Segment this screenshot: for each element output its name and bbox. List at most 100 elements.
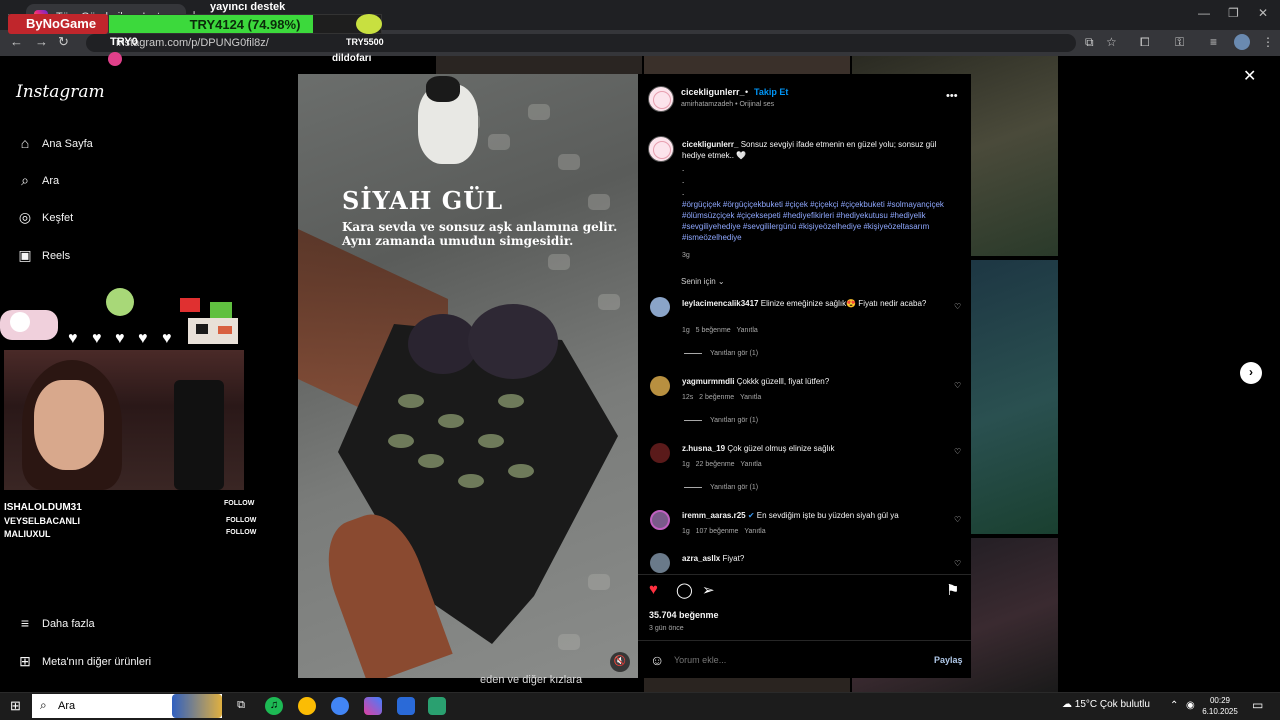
forward-icon[interactable]: →: [35, 34, 48, 49]
chrome-profile-icon[interactable]: [331, 697, 349, 715]
install-app-icon[interactable]: ⧉: [1085, 35, 1094, 50]
sort-label: Senin için: [681, 277, 716, 286]
compass-icon: ◎: [18, 209, 32, 225]
comment-bubble-icon[interactable]: ◯: [676, 581, 693, 599]
weather-widget[interactable]: ☁ 15°C Çok bulutlu: [1062, 699, 1150, 710]
like-count[interactable]: 35.704 beğenme: [649, 610, 719, 620]
comment-likes[interactable]: 5 beğenme: [696, 327, 731, 334]
donor-badge-icon: [108, 52, 122, 66]
comment-input[interactable]: [674, 652, 914, 668]
more-menu-icon[interactable]: ⋮: [1262, 35, 1274, 49]
bookmark-star-icon[interactable]: ☆: [1106, 35, 1117, 49]
caption-username[interactable]: cicekligunlerr_: [682, 140, 738, 149]
post-comment-button[interactable]: Paylaş: [934, 655, 963, 665]
bg-post[interactable]: [644, 56, 850, 74]
chat-follow-label: FOLLOW: [226, 517, 257, 524]
image-overlay-title: SİYAH GÜL: [342, 186, 504, 215]
comment-body: Çokkk güzelll, fiyat lütfen?: [736, 377, 830, 386]
comment-avatar[interactable]: [650, 297, 670, 317]
comment-like-icon[interactable]: ♡: [954, 447, 961, 456]
post-date: 3 gün önce: [649, 625, 684, 632]
spotify-icon[interactable]: ♫: [265, 697, 283, 715]
instagram-logo[interactable]: Instagram: [16, 82, 105, 102]
comment-avatar[interactable]: [650, 443, 670, 463]
verified-badge-icon: ✔: [747, 511, 755, 520]
comment-like-icon[interactable]: ♡: [954, 302, 961, 311]
comment-meta: 1g 107 beğenme Yanıtla: [682, 528, 766, 535]
share-paper-plane-icon[interactable]: ➢: [702, 581, 715, 599]
caption-avatar[interactable]: [648, 136, 674, 162]
discord-icon[interactable]: [428, 697, 446, 715]
comment-text: azra_asllx Fiyat?: [682, 554, 744, 563]
follow-button[interactable]: Takip Et: [754, 87, 788, 97]
windows-start-icon[interactable]: ⊞: [10, 698, 21, 714]
mute-icon[interactable]: 🔇: [610, 652, 630, 672]
heart-decor-icon: ♥: [115, 330, 125, 347]
audio-label[interactable]: amirhatamzadeh • Orijinal ses: [681, 101, 774, 108]
caption-hashtags[interactable]: #örgüçiçek #örgüçiçekbuketi #çiçek #çiçe…: [682, 199, 964, 243]
comment-username[interactable]: azra_asllx: [682, 554, 720, 563]
comment-like-icon[interactable]: ♡: [954, 381, 961, 390]
comment-sort-dropdown[interactable]: Senin için ⌄: [681, 277, 725, 286]
emoji-icon[interactable]: ☺: [650, 652, 664, 668]
comment-username[interactable]: leylacimencalik3417: [682, 299, 759, 308]
overlay-right-amount: TRY5500: [346, 37, 384, 47]
extensions-icon[interactable]: ⧠: [1140, 35, 1150, 50]
steam-tray-icon[interactable]: ◉: [1186, 700, 1195, 711]
minimize-icon[interactable]: —: [1198, 6, 1210, 20]
comment-username[interactable]: iremm_aaras.r25: [682, 511, 746, 520]
chrome-icon[interactable]: [298, 697, 316, 715]
chat-username: VEYSELBACANLI: [4, 516, 81, 526]
password-key-icon[interactable]: ⚿: [1175, 35, 1184, 50]
url-field[interactable]: instagram.com/p/DPUNG0fil8z/: [86, 34, 1076, 52]
reply-button[interactable]: Yanıtla: [740, 461, 761, 468]
next-post-icon[interactable]: ›: [1240, 362, 1262, 384]
task-view-icon[interactable]: ⧉: [232, 697, 250, 715]
heart-decor-icon: ♥: [92, 330, 102, 347]
taskbar-search-label: Ara: [58, 700, 76, 712]
author-avatar[interactable]: [648, 86, 674, 112]
post-image[interactable]: SİYAH GÜL Kara sevda ve sonsuz aşk anlam…: [298, 74, 638, 678]
caption-time: 3g: [682, 252, 690, 259]
more-options-icon[interactable]: •••: [946, 90, 958, 102]
comment-avatar[interactable]: [650, 376, 670, 396]
comment-like-icon[interactable]: ♡: [954, 515, 961, 524]
reply-button[interactable]: Yanıtla: [740, 394, 761, 401]
view-replies-button[interactable]: Yanıtları gör (1): [684, 417, 758, 424]
comment-likes[interactable]: 2 beğenme: [699, 394, 734, 401]
close-modal-icon[interactable]: ✕: [1243, 66, 1256, 86]
caption-dot: .: [682, 176, 685, 185]
taskbar-clock[interactable]: 00:29 6.10.2025: [1202, 695, 1238, 717]
like-heart-icon[interactable]: ♥: [649, 581, 658, 598]
tray-chevron-icon[interactable]: ⌃: [1170, 700, 1178, 711]
close-window-icon[interactable]: ✕: [1258, 6, 1268, 20]
restore-icon[interactable]: ❐: [1228, 6, 1239, 20]
progress-label: TRY4124 (74.98%): [189, 17, 301, 32]
comment-likes[interactable]: 107 beğenme: [696, 528, 739, 535]
comment-username[interactable]: yagmurmmdli: [682, 377, 734, 386]
profile-avatar[interactable]: [1234, 34, 1250, 50]
copilot-icon[interactable]: [364, 697, 382, 715]
comment-avatar[interactable]: [650, 553, 670, 573]
nav-label: Ana Sayfa: [42, 138, 93, 150]
search-icon: ⌕: [21, 172, 29, 188]
app-icon[interactable]: [397, 697, 415, 715]
comment-like-icon[interactable]: ♡: [954, 559, 961, 568]
chat-username: MALIUXUL: [4, 529, 51, 539]
view-replies-button[interactable]: Yanıtları gör (1): [684, 350, 758, 357]
reply-button[interactable]: Yanıtla: [744, 528, 765, 535]
comment-username[interactable]: z.husna_19: [682, 444, 725, 453]
save-bookmark-icon[interactable]: ⚑: [946, 581, 959, 599]
notifications-icon[interactable]: ▭: [1252, 698, 1263, 712]
reading-list-icon[interactable]: ≡: [1210, 35, 1217, 49]
reply-button[interactable]: Yanıtla: [737, 327, 758, 334]
heart-decor-icon: ♥: [162, 330, 172, 347]
reload-icon[interactable]: ↻: [58, 34, 69, 50]
author-username[interactable]: cicekligunlerr_: [681, 87, 745, 97]
comment-likes[interactable]: 22 beğenme: [696, 461, 735, 468]
back-icon[interactable]: ←: [10, 34, 23, 49]
comment-avatar[interactable]: [650, 510, 670, 530]
bg-post[interactable]: [436, 56, 642, 74]
view-replies-button[interactable]: Yanıtları gör (1): [684, 484, 758, 491]
bg-post[interactable]: [644, 678, 850, 692]
